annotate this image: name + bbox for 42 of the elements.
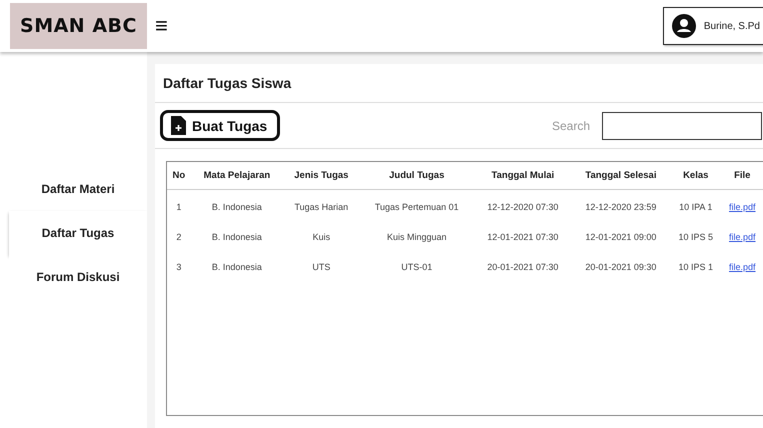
search-field[interactable] <box>602 112 762 140</box>
file-link[interactable]: file.pdf <box>729 262 756 272</box>
search-label: Search <box>552 118 590 132</box>
table-cell: 1 <box>176 202 182 212</box>
sidebar-item[interactable]: Daftar Tugas <box>9 211 147 255</box>
table-cell: 20-01-2021 09:30 <box>585 262 656 272</box>
table-cell: 10 IPA 1 <box>679 202 712 212</box>
column-header: Judul Tugas <box>360 162 474 190</box>
table-cell: 10 IPS 5 <box>678 232 714 242</box>
create-button[interactable]: Buat Tugas <box>160 110 280 141</box>
column-header: Tanggal Mulai <box>474 162 572 190</box>
column-header: Mata Pelajaran <box>190 162 284 190</box>
table-cell: 20-01-2021 07:30 <box>487 262 558 272</box>
page-title: Daftar Tugas Siswa <box>155 64 763 103</box>
column-header: File <box>722 162 763 190</box>
column-header: No <box>167 162 191 190</box>
column-header: Tanggal Selesai <box>572 162 670 190</box>
table-cell: Kuis <box>312 232 330 242</box>
file-plus-icon <box>171 116 186 135</box>
table-cell: 12-01-2021 07:30 <box>487 232 558 242</box>
table-cell: 12-12-2020 23:59 <box>585 202 656 212</box>
file-link[interactable]: file.pdf <box>729 232 756 242</box>
table-cell: 10 IPS 1 <box>678 262 714 272</box>
column-header: Kelas <box>670 162 722 190</box>
table-cell: B. Indonesia <box>212 232 262 242</box>
table-cell: 2 <box>176 232 182 242</box>
user-menu[interactable]: Burine, S.Pd <box>662 7 763 45</box>
user-avatar-icon <box>672 14 696 38</box>
file-link[interactable]: file.pdf <box>729 202 756 212</box>
table-cell: UTS-01 <box>401 262 432 272</box>
table-cell: 12-01-2021 09:00 <box>585 232 656 242</box>
table-cell: 3 <box>176 262 182 272</box>
table-cell: UTS <box>312 262 330 272</box>
table-cell: 12-12-2020 07:30 <box>487 202 558 212</box>
menu-icon[interactable]: ≡ <box>155 13 168 39</box>
table-cell: B. Indonesia <box>212 202 262 212</box>
table-cell: Tugas Pertemuan 01 <box>374 202 459 212</box>
logo: SMAN ABC <box>10 3 147 49</box>
column-header: Jenis Tugas <box>283 162 360 190</box>
table-cell: Tugas Harian <box>294 202 348 212</box>
table-cell: B. Indonesia <box>212 262 262 272</box>
table-cell: Kuis Mingguan <box>386 232 446 242</box>
